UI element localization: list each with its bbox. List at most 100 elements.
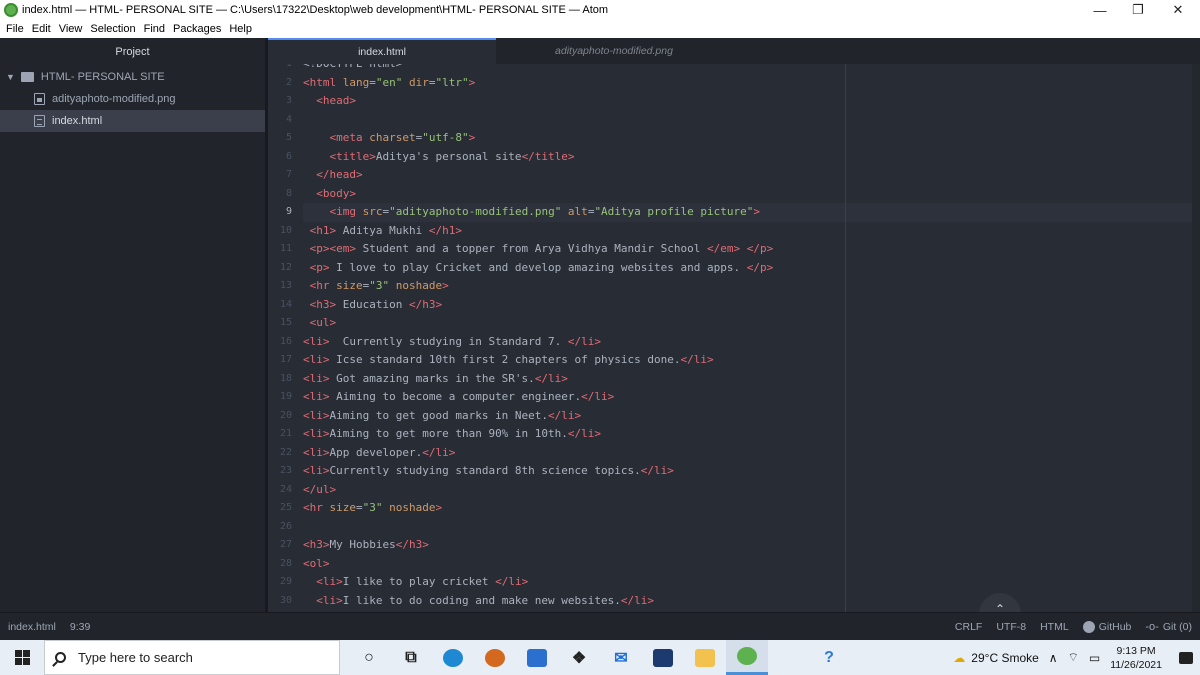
powershell-taskbar-button[interactable] <box>642 640 684 675</box>
code-line[interactable]: <h3> Education </h3> <box>303 296 1197 315</box>
code-line[interactable]: <hr size="3" noshade> <box>303 499 1197 518</box>
line-number[interactable]: 2 <box>268 74 300 93</box>
menu-view[interactable]: View <box>55 23 87 35</box>
line-number[interactable]: 1 <box>268 64 300 74</box>
line-number[interactable]: 24 <box>268 481 300 500</box>
status-git[interactable]: -o- Git (0) <box>1145 621 1192 633</box>
code-line[interactable]: <h1> Aditya Mukhi </h1> <box>303 222 1197 241</box>
line-number[interactable]: 16 <box>268 333 300 352</box>
network-icon[interactable]: ⌔ <box>1068 650 1079 665</box>
line-number[interactable]: 30 <box>268 592 300 611</box>
line-number[interactable]: 9 <box>268 203 300 222</box>
code-line[interactable]: <li>I like to do coding and make new web… <box>303 592 1197 611</box>
code-line[interactable]: <p> I love to play Cricket and develop a… <box>303 259 1197 278</box>
minimize-button[interactable]: — <box>1080 0 1120 20</box>
line-number[interactable]: 4 <box>268 111 300 130</box>
status-grammar[interactable]: HTML <box>1040 621 1069 633</box>
code-line[interactable]: <img src="adityaphoto-modified.png" alt=… <box>303 203 1197 222</box>
status-file-name[interactable]: index.html <box>8 621 56 633</box>
menu-help[interactable]: Help <box>225 23 256 35</box>
code-line[interactable]: <body> <box>303 185 1197 204</box>
line-number[interactable]: 14 <box>268 296 300 315</box>
code-line[interactable]: <li> Currently studying in Standard 7. <… <box>303 333 1197 352</box>
code-line[interactable]: <!DOCTYPE html> <box>303 64 1197 74</box>
code-line[interactable] <box>303 111 1197 130</box>
line-number[interactable]: 10 <box>268 222 300 241</box>
code-lines[interactable]: <!DOCTYPE html><html lang="en" dir="ltr"… <box>303 64 1197 607</box>
code-line[interactable]: <ul> <box>303 314 1197 333</box>
help-taskbar-button[interactable]: ? <box>808 640 850 675</box>
dropbox-taskbar-button[interactable]: ❖ <box>558 640 600 675</box>
code-editor[interactable]: 1234567891011121314151617181920212223242… <box>268 64 1200 612</box>
code-line[interactable]: <title>Aditya's personal site</title> <box>303 148 1197 167</box>
vertical-scrollbar[interactable] <box>1192 64 1200 612</box>
notification-icon[interactable] <box>1172 640 1200 675</box>
status-github[interactable]: GitHub <box>1082 621 1131 633</box>
code-line[interactable] <box>303 518 1197 537</box>
line-number[interactable]: 20 <box>268 407 300 426</box>
task-view-taskbar-button[interactable]: ⧉ <box>390 640 432 675</box>
code-line[interactable]: <ol> <box>303 555 1197 574</box>
menu-packages[interactable]: Packages <box>169 23 225 35</box>
status-cursor-position[interactable]: 9:39 <box>70 621 90 633</box>
status-line-ending[interactable]: CRLF <box>955 621 982 633</box>
line-number[interactable]: 7 <box>268 166 300 185</box>
line-number[interactable]: 11 <box>268 240 300 259</box>
line-number[interactable]: 13 <box>268 277 300 296</box>
restore-button[interactable]: ❐ <box>1118 0 1158 20</box>
game-taskbar-button[interactable] <box>474 640 516 675</box>
code-line[interactable]: <li>Aiming to get good marks in Neet.</l… <box>303 407 1197 426</box>
line-number[interactable]: 15 <box>268 314 300 333</box>
code-line[interactable]: <html lang="en" dir="ltr"> <box>303 74 1197 93</box>
line-number[interactable]: 8 <box>268 185 300 204</box>
menu-edit[interactable]: Edit <box>28 23 55 35</box>
line-number[interactable]: 25 <box>268 499 300 518</box>
line-number[interactable]: 28 <box>268 555 300 574</box>
tab-index-html[interactable]: index.html <box>268 38 496 64</box>
line-number[interactable]: 26 <box>268 518 300 537</box>
code-line[interactable]: <meta charset="utf-8"> <box>303 129 1197 148</box>
atom-taskbar-button[interactable] <box>726 640 768 675</box>
code-line[interactable]: <li>Aiming to get more than 90% in 10th.… <box>303 425 1197 444</box>
weather-widget[interactable]: ☁ 29°C Smoke <box>953 651 1039 665</box>
cortana-taskbar-button[interactable]: ○ <box>348 640 390 675</box>
tree-folder-root[interactable]: ▼ HTML- PERSONAL SITE <box>0 66 265 88</box>
code-line[interactable]: <head> <box>303 92 1197 111</box>
line-number[interactable]: 19 <box>268 388 300 407</box>
code-line[interactable]: <li> Aiming to become a computer enginee… <box>303 388 1197 407</box>
file-explorer-taskbar-button[interactable] <box>684 640 726 675</box>
tree-file-index[interactable]: index.html <box>0 110 265 132</box>
code-line[interactable]: </ul> <box>303 481 1197 500</box>
code-line[interactable]: </head> <box>303 166 1197 185</box>
clock[interactable]: 9:13 PM 11/26/2021 <box>1110 644 1162 672</box>
store-taskbar-button[interactable] <box>516 640 558 675</box>
line-number[interactable]: 3 <box>268 92 300 111</box>
line-number[interactable]: 29 <box>268 573 300 592</box>
line-number[interactable]: 27 <box>268 536 300 555</box>
code-line[interactable]: <p><em> Student and a topper from Arya V… <box>303 240 1197 259</box>
tree-file-image[interactable]: adityaphoto-modified.png <box>0 88 265 110</box>
menu-file[interactable]: File <box>2 23 28 35</box>
code-line[interactable]: <li>I like to play cricket </li> <box>303 573 1197 592</box>
line-number[interactable]: 23 <box>268 462 300 481</box>
line-number[interactable]: 18 <box>268 370 300 389</box>
tray-overflow-icon[interactable]: ∧ <box>1049 651 1058 665</box>
line-number[interactable]: 5 <box>268 129 300 148</box>
code-line[interactable]: <li>Currently studying standard 8th scie… <box>303 462 1197 481</box>
line-number[interactable]: 6 <box>268 148 300 167</box>
line-number[interactable]: 22 <box>268 444 300 463</box>
edge-taskbar-button[interactable] <box>432 640 474 675</box>
status-encoding[interactable]: UTF-8 <box>996 621 1026 633</box>
close-button[interactable]: ✕ <box>1158 0 1198 20</box>
line-number[interactable]: 21 <box>268 425 300 444</box>
start-button[interactable] <box>0 640 44 675</box>
code-line[interactable]: <li> Icse standard 10th first 2 chapters… <box>303 351 1197 370</box>
volume-icon[interactable]: ▭ <box>1089 651 1100 665</box>
mail-taskbar-button[interactable]: ✉ <box>600 640 642 675</box>
code-line[interactable]: <li>App developer.</li> <box>303 444 1197 463</box>
code-line[interactable]: <hr size="3" noshade> <box>303 277 1197 296</box>
menu-find[interactable]: Find <box>140 23 169 35</box>
code-line[interactable]: <li> Got amazing marks in the SR's.</li> <box>303 370 1197 389</box>
line-number[interactable]: 17 <box>268 351 300 370</box>
taskbar-search-box[interactable]: Type here to search <box>44 640 340 675</box>
